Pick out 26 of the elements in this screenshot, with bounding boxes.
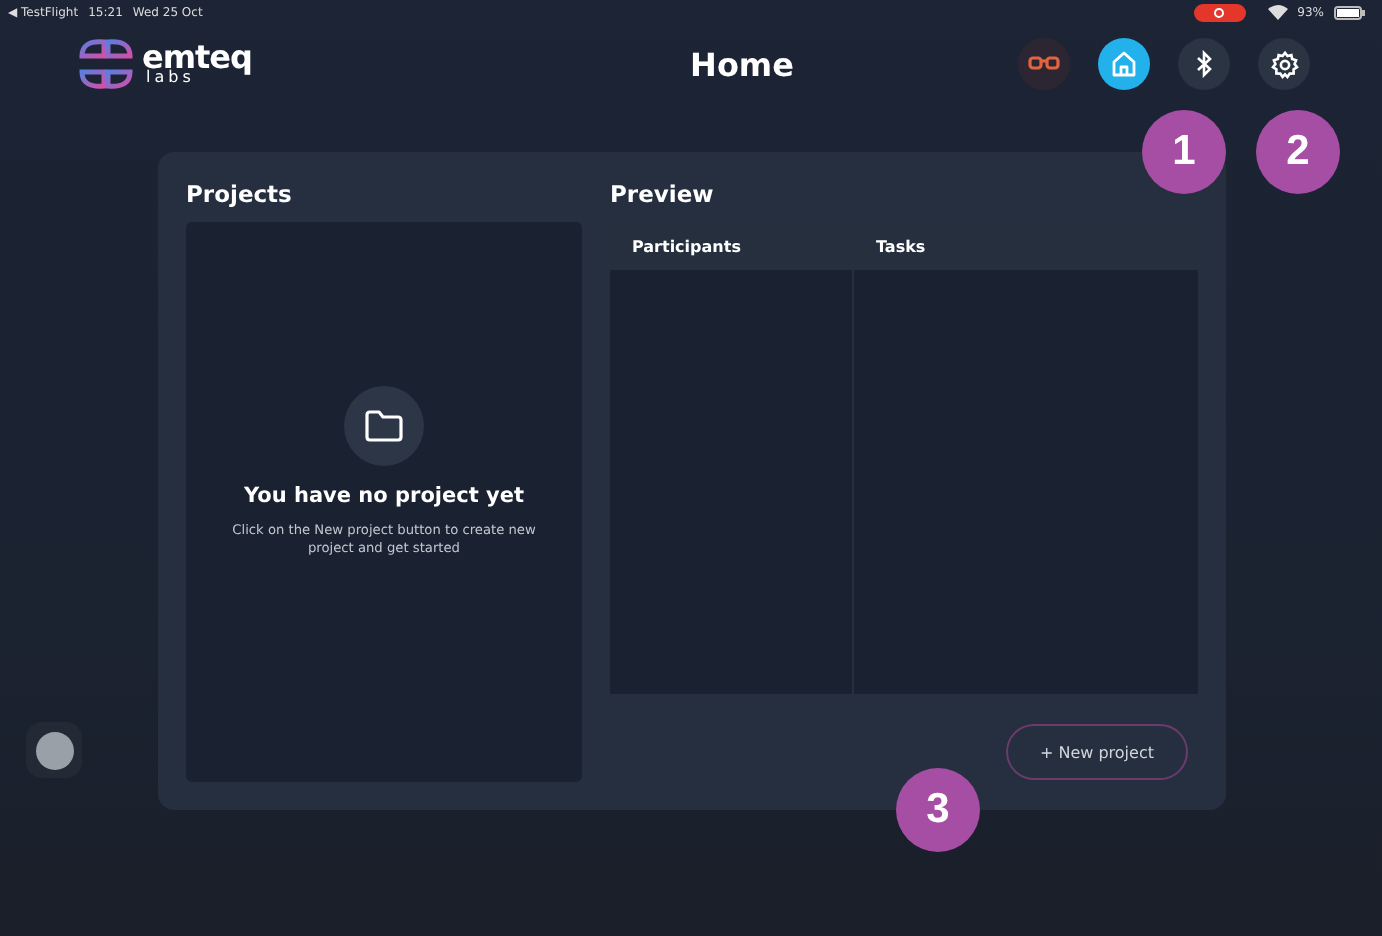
settings-button[interactable] bbox=[1258, 38, 1310, 90]
settings-icon bbox=[1269, 49, 1299, 79]
column-header: Participants bbox=[630, 237, 743, 255]
glasses-button[interactable] bbox=[1018, 38, 1070, 90]
glasses-icon bbox=[1028, 56, 1060, 72]
logo-subtitle: labs bbox=[146, 70, 195, 86]
logo-icon bbox=[76, 36, 136, 92]
new-project-button[interactable]: + New project bbox=[1006, 724, 1188, 780]
battery-icon bbox=[1334, 5, 1366, 19]
home-icon bbox=[1110, 50, 1138, 78]
annotation-marker: 2 bbox=[1256, 110, 1340, 194]
logo-name: emteq bbox=[142, 42, 252, 74]
recording-indicator bbox=[1193, 3, 1246, 21]
home-button[interactable] bbox=[1098, 38, 1150, 90]
projects-heading: Projects bbox=[186, 178, 294, 212]
preview-heading: Preview bbox=[610, 178, 716, 212]
empty-title: You have no project yet bbox=[243, 484, 525, 509]
page-title: Home bbox=[688, 45, 796, 83]
annotation-marker: 1 bbox=[1142, 110, 1226, 194]
bluetooth-icon bbox=[1194, 50, 1214, 78]
annotation-marker: 3 bbox=[896, 768, 980, 852]
wifi-icon bbox=[1267, 4, 1288, 20]
column-header: Tasks bbox=[874, 237, 928, 255]
bluetooth-button[interactable] bbox=[1178, 38, 1230, 90]
folder-icon bbox=[344, 386, 424, 467]
assistive-touch-button[interactable] bbox=[26, 722, 82, 778]
